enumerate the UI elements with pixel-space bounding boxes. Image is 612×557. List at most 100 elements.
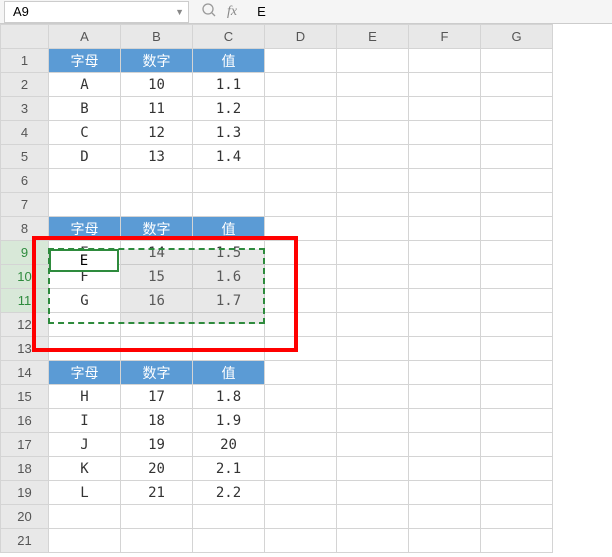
cell-C10[interactable]: 1.6 <box>193 265 265 289</box>
cell-F3[interactable] <box>409 97 481 121</box>
cell-G15[interactable] <box>481 385 553 409</box>
cell-E5[interactable] <box>337 145 409 169</box>
row-head-5[interactable]: 5 <box>1 145 49 169</box>
cell-F8[interactable] <box>409 217 481 241</box>
cell-A14[interactable]: 字母 <box>49 361 121 385</box>
cell-F16[interactable] <box>409 409 481 433</box>
cell-D4[interactable] <box>265 121 337 145</box>
cell-D1[interactable] <box>265 49 337 73</box>
cell-F9[interactable] <box>409 241 481 265</box>
cell-A12[interactable] <box>49 313 121 337</box>
col-head-A[interactable]: A <box>49 25 121 49</box>
cell-G14[interactable] <box>481 361 553 385</box>
cell-C3[interactable]: 1.2 <box>193 97 265 121</box>
cell-D21[interactable] <box>265 529 337 553</box>
cell-D11[interactable] <box>265 289 337 313</box>
cell-A16[interactable]: I <box>49 409 121 433</box>
row-head-19[interactable]: 19 <box>1 481 49 505</box>
cell-B3[interactable]: 11 <box>121 97 193 121</box>
cell-G19[interactable] <box>481 481 553 505</box>
cell-A20[interactable] <box>49 505 121 529</box>
select-all-corner[interactable] <box>1 25 49 49</box>
cell-F10[interactable] <box>409 265 481 289</box>
cell-B15[interactable]: 17 <box>121 385 193 409</box>
col-head-C[interactable]: C <box>193 25 265 49</box>
cell-A6[interactable] <box>49 169 121 193</box>
row-head-20[interactable]: 20 <box>1 505 49 529</box>
cell-G17[interactable] <box>481 433 553 457</box>
cell-D2[interactable] <box>265 73 337 97</box>
cell-C6[interactable] <box>193 169 265 193</box>
cell-B14[interactable]: 数字 <box>121 361 193 385</box>
cell-F6[interactable] <box>409 169 481 193</box>
cell-E9[interactable] <box>337 241 409 265</box>
cell-F21[interactable] <box>409 529 481 553</box>
cell-G18[interactable] <box>481 457 553 481</box>
cell-G8[interactable] <box>481 217 553 241</box>
cell-G3[interactable] <box>481 97 553 121</box>
cell-E16[interactable] <box>337 409 409 433</box>
cell-E3[interactable] <box>337 97 409 121</box>
row-head-1[interactable]: 1 <box>1 49 49 73</box>
cell-A8[interactable]: 字母 <box>49 217 121 241</box>
cell-A1[interactable]: 字母 <box>49 49 121 73</box>
cell-D8[interactable] <box>265 217 337 241</box>
cell-C16[interactable]: 1.9 <box>193 409 265 433</box>
cell-C7[interactable] <box>193 193 265 217</box>
cell-A18[interactable]: K <box>49 457 121 481</box>
cell-E19[interactable] <box>337 481 409 505</box>
cell-D19[interactable] <box>265 481 337 505</box>
cell-D15[interactable] <box>265 385 337 409</box>
row-head-2[interactable]: 2 <box>1 73 49 97</box>
cell-B20[interactable] <box>121 505 193 529</box>
cell-C21[interactable] <box>193 529 265 553</box>
cell-A19[interactable]: L <box>49 481 121 505</box>
cell-E13[interactable] <box>337 337 409 361</box>
cell-G2[interactable] <box>481 73 553 97</box>
cell-E21[interactable] <box>337 529 409 553</box>
cell-G10[interactable] <box>481 265 553 289</box>
cell-G7[interactable] <box>481 193 553 217</box>
cell-B4[interactable]: 12 <box>121 121 193 145</box>
fx-icon[interactable]: fx <box>227 4 237 20</box>
cell-A7[interactable] <box>49 193 121 217</box>
cell-B5[interactable]: 13 <box>121 145 193 169</box>
cell-D12[interactable] <box>265 313 337 337</box>
row-head-14[interactable]: 14 <box>1 361 49 385</box>
cell-G1[interactable] <box>481 49 553 73</box>
cell-E20[interactable] <box>337 505 409 529</box>
cell-B8[interactable]: 数字 <box>121 217 193 241</box>
cell-G6[interactable] <box>481 169 553 193</box>
cell-E2[interactable] <box>337 73 409 97</box>
cell-G13[interactable] <box>481 337 553 361</box>
cell-C4[interactable]: 1.3 <box>193 121 265 145</box>
cell-D6[interactable] <box>265 169 337 193</box>
cell-B11[interactable]: 16 <box>121 289 193 313</box>
cell-A9[interactable]: E <box>49 241 121 265</box>
cell-E11[interactable] <box>337 289 409 313</box>
row-head-11[interactable]: 11 <box>1 289 49 313</box>
cell-B9[interactable]: 14 <box>121 241 193 265</box>
cell-F11[interactable] <box>409 289 481 313</box>
cell-B16[interactable]: 18 <box>121 409 193 433</box>
spreadsheet-grid[interactable]: A B C D E F G 1 字母 数字 值 2 A 10 1.1 3 B 1… <box>0 24 612 553</box>
cell-D5[interactable] <box>265 145 337 169</box>
cell-F20[interactable] <box>409 505 481 529</box>
row-head-16[interactable]: 16 <box>1 409 49 433</box>
cell-E8[interactable] <box>337 217 409 241</box>
cell-E1[interactable] <box>337 49 409 73</box>
name-box[interactable]: A9 ▼ <box>4 1 189 23</box>
cell-E4[interactable] <box>337 121 409 145</box>
row-head-12[interactable]: 12 <box>1 313 49 337</box>
cell-A3[interactable]: B <box>49 97 121 121</box>
cell-G11[interactable] <box>481 289 553 313</box>
col-head-F[interactable]: F <box>409 25 481 49</box>
cell-B12[interactable] <box>121 313 193 337</box>
cell-B7[interactable] <box>121 193 193 217</box>
cell-A15[interactable]: H <box>49 385 121 409</box>
cell-F14[interactable] <box>409 361 481 385</box>
cell-C20[interactable] <box>193 505 265 529</box>
row-head-3[interactable]: 3 <box>1 97 49 121</box>
cell-B10[interactable]: 15 <box>121 265 193 289</box>
cell-E15[interactable] <box>337 385 409 409</box>
